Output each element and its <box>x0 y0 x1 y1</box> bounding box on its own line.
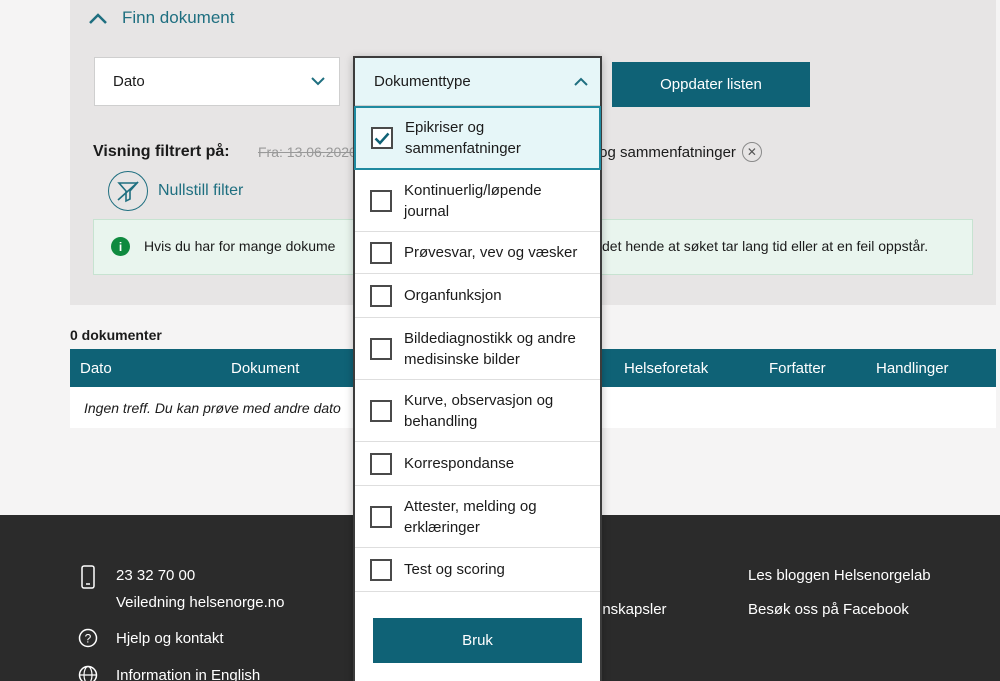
svg-text:?: ? <box>85 632 92 646</box>
info-icon: i <box>111 237 130 256</box>
filtered-by-label: Visning filtrert på: <box>93 143 230 160</box>
column-date[interactable]: Dato <box>80 360 112 377</box>
option-label: Test og scoring <box>404 561 505 578</box>
option-korrespondanse[interactable]: Korrespondanse <box>355 442 600 486</box>
option-label: Organfunksjon <box>404 287 502 304</box>
footer-phone[interactable]: 23 32 70 00 <box>116 567 195 584</box>
remove-filter-icon[interactable]: ✕ <box>741 142 762 162</box>
type-filter-chip: r og sammenfatninger ✕ <box>590 142 762 162</box>
checkbox[interactable] <box>370 284 392 307</box>
document-type-select[interactable]: Dokumenttype <box>355 58 600 106</box>
chevron-up-icon <box>574 77 588 86</box>
footer-facebook-link[interactable]: Besøk oss på Facebook <box>748 601 909 618</box>
option-provesvar[interactable]: Prøvesvar, vev og væsker <box>355 232 600 274</box>
checkbox[interactable] <box>370 399 392 422</box>
option-label: Kontinuerlig/løpende journal <box>404 181 542 220</box>
update-list-button[interactable]: Oppdater listen <box>612 62 810 107</box>
option-bildediagnostikk[interactable]: Bildediagnostikk og andre medisinske bil… <box>355 318 600 380</box>
column-health-trust[interactable]: Helseforetak <box>624 360 708 377</box>
checkmark-icon <box>374 132 390 145</box>
document-type-label: Dokumenttype <box>374 73 471 90</box>
footer-guidance[interactable]: Veiledning helsenorge.no <box>116 594 284 611</box>
filter-reset-icon <box>108 171 148 211</box>
footer-blog-link[interactable]: Les bloggen Helsenorgelab <box>748 567 931 584</box>
checkbox[interactable] <box>370 505 392 528</box>
option-label: Attester, melding og erklæringer <box>404 497 537 536</box>
option-label: Prøvesvar, vev og væsker <box>404 244 578 261</box>
option-label: Kurve, observasjon og behandling <box>404 391 554 430</box>
footer-help-link[interactable]: Hjelp og kontakt <box>116 630 224 647</box>
reset-filter-button[interactable]: Nullstill filter <box>108 171 243 211</box>
info-text-right: det hende at søket tar lang tid eller at… <box>602 238 929 254</box>
option-kurve[interactable]: Kurve, observasjon og behandling <box>355 380 600 442</box>
apply-button[interactable]: Bruk <box>373 618 582 663</box>
checkbox[interactable] <box>370 337 392 360</box>
footer-english-link[interactable]: Information in English <box>116 667 260 681</box>
column-document[interactable]: Dokument <box>231 360 299 377</box>
column-author[interactable]: Forfatter <box>769 360 826 377</box>
option-label: Epikriser og sammenfatninger <box>405 119 521 157</box>
column-actions: Handlinger <box>876 360 949 377</box>
checkbox[interactable] <box>370 189 392 212</box>
option-test-scoring[interactable]: Test og scoring <box>355 548 600 592</box>
info-text-left: Hvis du har for mange dokume <box>144 238 336 254</box>
reset-filter-label: Nullstill filter <box>158 182 244 199</box>
checkbox[interactable] <box>370 452 392 475</box>
option-label: Korrespondanse <box>404 455 515 472</box>
option-kontinuerlig[interactable]: Kontinuerlig/løpende journal <box>355 170 600 232</box>
option-label: Bildediagnostikk og andre medisinske bil… <box>404 329 576 368</box>
checkbox[interactable] <box>370 558 392 581</box>
footer-middle-link[interactable]: onskapsler <box>594 601 667 618</box>
help-icon: ? <box>78 628 98 648</box>
option-epikriser[interactable]: Epikriser og sammenfatninger <box>354 106 601 170</box>
chevron-up-icon <box>89 13 107 24</box>
find-documents-toggle[interactable]: Finn dokument <box>88 8 234 28</box>
option-organfunksjon[interactable]: Organfunksjon <box>355 274 600 318</box>
document-type-dropdown: Dokumenttype Epikriser og sammenfatninge… <box>353 56 602 681</box>
find-documents-label: Finn dokument <box>122 8 235 27</box>
phone-icon <box>81 565 95 589</box>
date-filter-chip: Fra: 13.06.2020 <box>258 144 354 160</box>
option-attester[interactable]: Attester, melding og erklæringer <box>355 486 600 548</box>
globe-icon <box>78 665 98 681</box>
type-filter-chip-label: r og sammenfatninger <box>590 143 736 161</box>
empty-results-text: Ingen treff. Du kan prøve med andre dato <box>84 400 341 416</box>
chevron-down-icon <box>311 77 325 86</box>
date-select-value: Dato <box>113 73 145 90</box>
checkbox-checked[interactable] <box>371 127 393 149</box>
date-select[interactable]: Dato <box>94 57 340 106</box>
document-count: 0 dokumenter <box>70 327 162 343</box>
checkbox[interactable] <box>370 241 392 264</box>
